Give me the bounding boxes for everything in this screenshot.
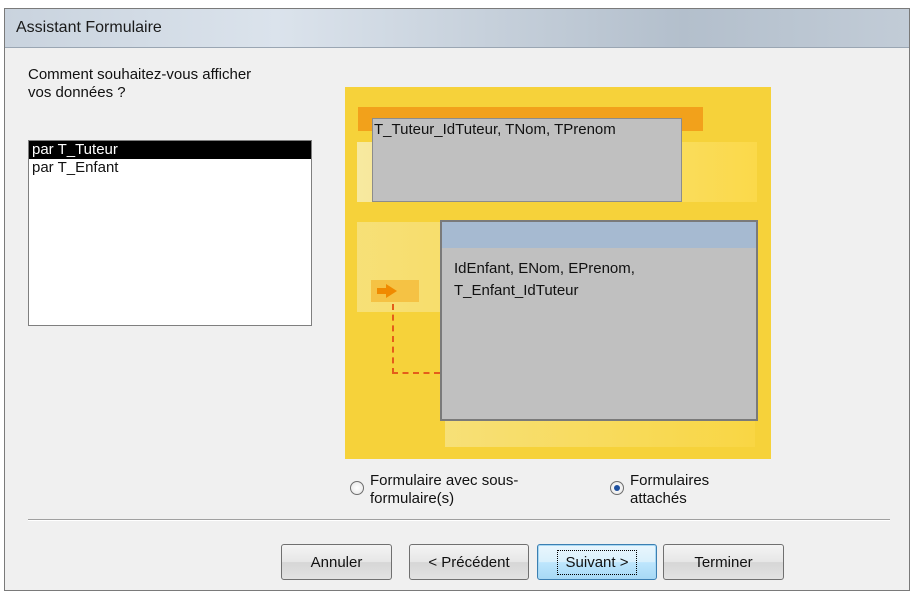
- finish-button[interactable]: Terminer: [663, 544, 784, 580]
- option-subform-label: Formulaire avec sous- formulaire(s): [370, 472, 519, 507]
- window-title: Assistant Formulaire: [16, 19, 162, 36]
- list-item-par-t-enfant[interactable]: par T_Enfant: [29, 159, 311, 177]
- separator: [28, 519, 890, 521]
- main-form-preview: T_Tuteur_IdTuteur, TNom, TPrenom: [372, 118, 682, 202]
- subform-header: [442, 222, 756, 248]
- cancel-button[interactable]: Annuler: [281, 544, 392, 580]
- subform-preview: IdEnfant, ENom, EPrenom, T_Enfant_IdTute…: [440, 220, 758, 421]
- main-form-fields: T_Tuteur_IdTuteur, TNom, TPrenom: [374, 121, 616, 138]
- option-linked-forms-label: Formulaires attachés: [630, 472, 710, 507]
- radio-linked-forms[interactable]: [610, 481, 624, 495]
- view-by-listbox[interactable]: par T_Tuteur par T_Enfant: [28, 140, 312, 326]
- question-label: Comment souhaitez-vous afficher vos donn…: [28, 66, 252, 101]
- list-item-par-t-tuteur[interactable]: par T_Tuteur: [29, 141, 311, 159]
- option-subform[interactable]: Formulaire avec sous- formulaire(s): [350, 472, 518, 508]
- previous-button[interactable]: < Précédent: [409, 544, 529, 580]
- next-button[interactable]: Suivant >: [537, 544, 657, 580]
- arrow-right-icon: [386, 284, 397, 298]
- link-dashed-line-vertical: [392, 304, 394, 374]
- title-bar[interactable]: Assistant Formulaire: [5, 9, 909, 48]
- option-linked-forms[interactable]: Formulaires attachés: [610, 472, 709, 508]
- subform-fields: IdEnfant, ENom, EPrenom, T_Enfant_IdTute…: [454, 260, 635, 299]
- radio-subform[interactable]: [350, 481, 364, 495]
- link-dashed-line-horizontal: [392, 372, 440, 374]
